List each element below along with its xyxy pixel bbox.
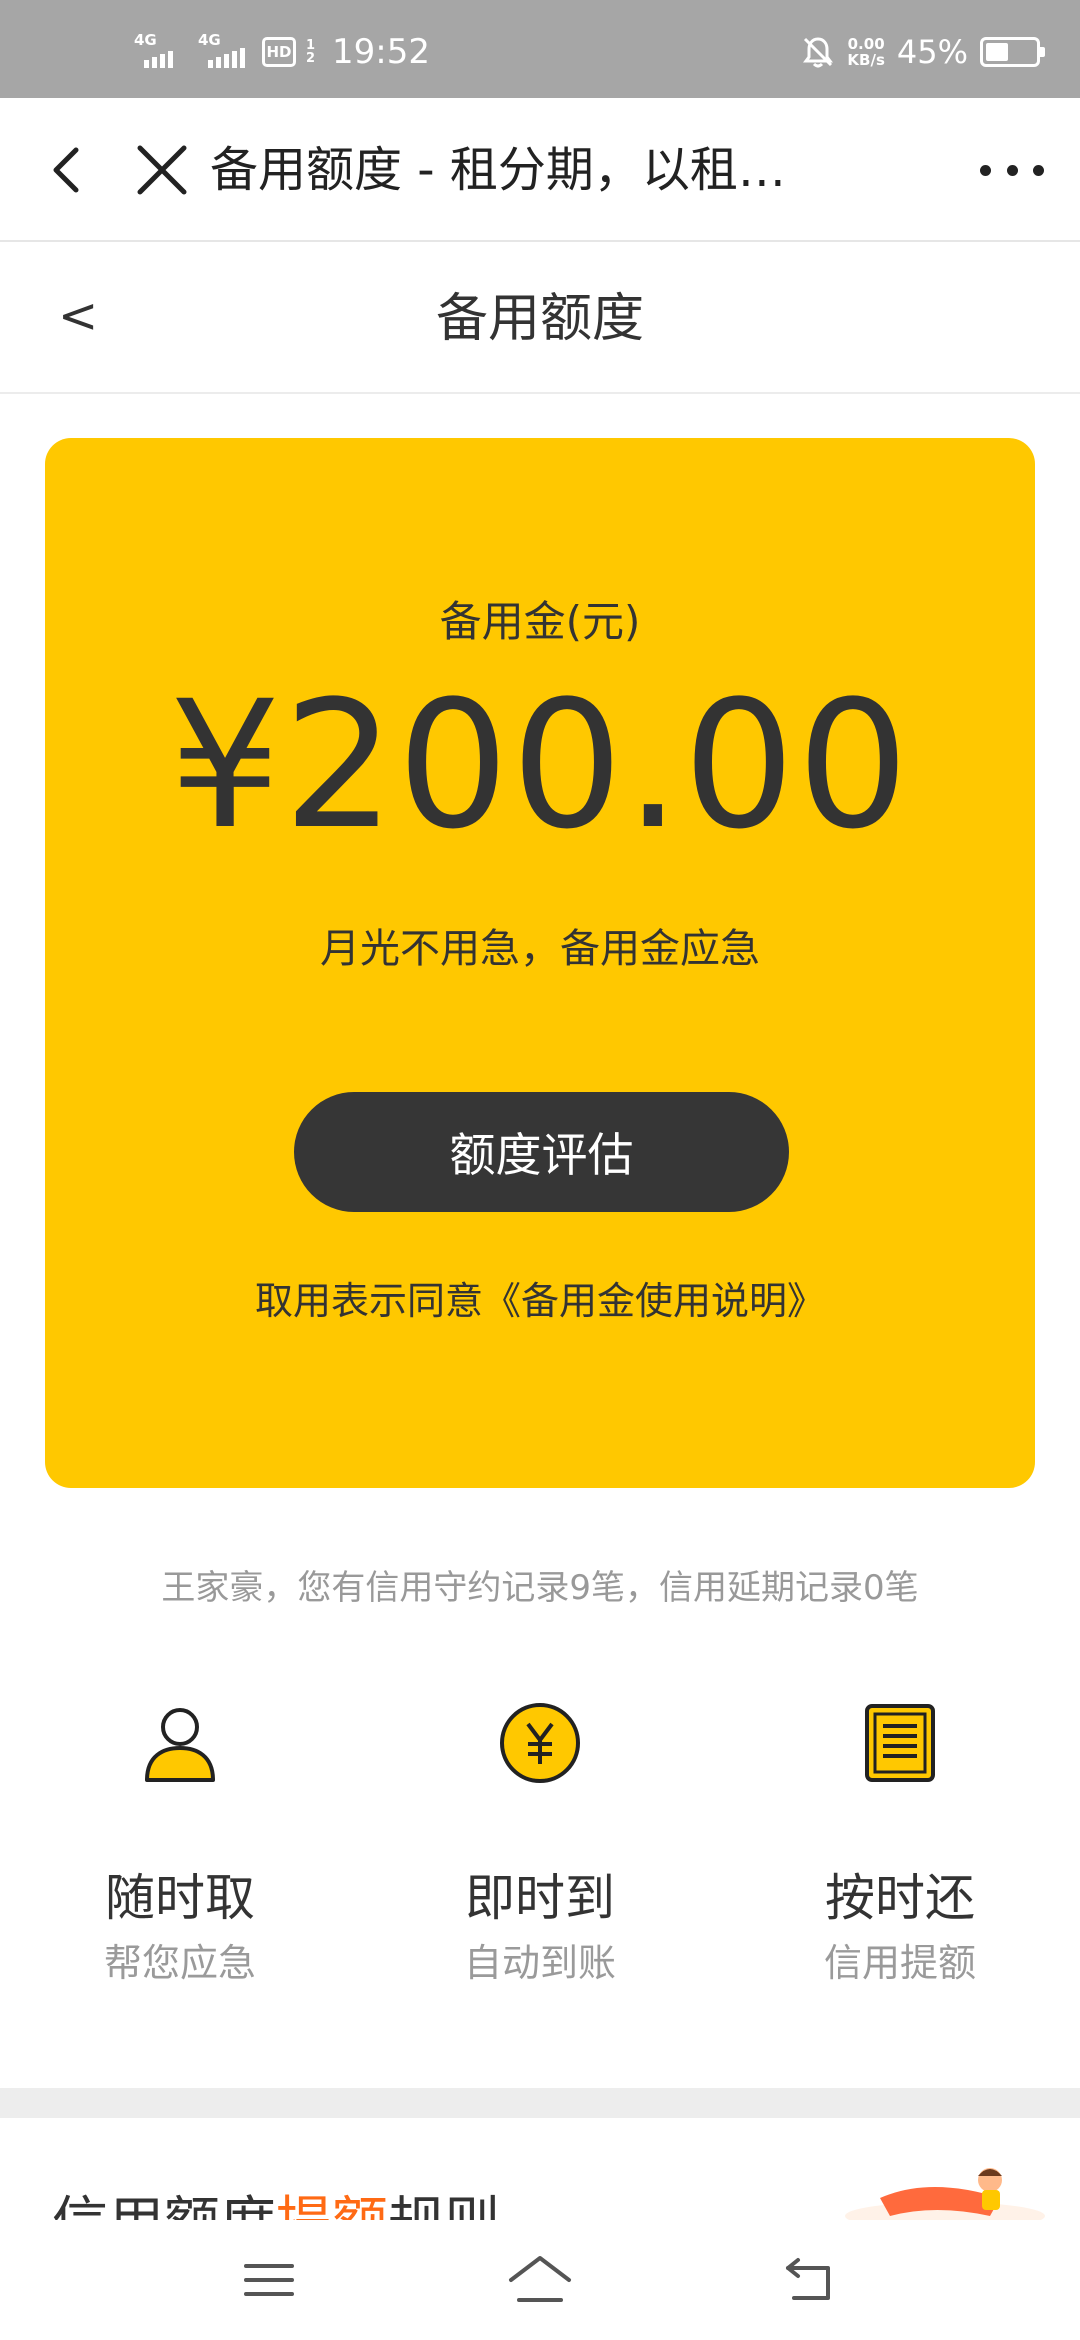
feature-item-withdraw: 随时取 帮您应急 — [0, 1690, 360, 2010]
reserve-fund-label: 备用金(元) — [439, 597, 641, 646]
hd-voice-icon: HD — [262, 37, 296, 67]
mute-bell-icon — [803, 37, 834, 68]
browser-page-title: 备用额度 - 租分期，以租… — [210, 142, 786, 198]
network-type-label: 4G — [134, 31, 157, 49]
reserve-fund-amount: ¥200.00 — [169, 663, 911, 868]
page-title: 备用额度 — [435, 289, 644, 349]
credit-record-text: 王家豪，您有信用守约记录9笔，信用延期记录0笔 — [161, 1568, 919, 1608]
feature-subtitle: 信用提额 — [823, 1941, 976, 1985]
user-icon — [145, 1708, 215, 1782]
feature-subtitle: 自动到账 — [463, 1941, 616, 1985]
section-divider — [0, 2088, 1080, 2118]
page-header: < 备用额度 — [0, 244, 1080, 394]
browser-toolbar: 备用额度 - 租分期，以租… — [0, 98, 1080, 242]
feature-item-repay: 按时还 信用提额 — [720, 1690, 1080, 2010]
battery-icon — [980, 37, 1045, 67]
net-speed-value: 0.00 — [847, 35, 885, 53]
back-arrow-icon[interactable] — [40, 138, 92, 202]
signal-icon: 4G — [134, 30, 188, 74]
promo-illustration — [845, 2168, 1045, 2220]
credit-rules-title: 信用额度提额规则 — [52, 2178, 500, 2220]
net-speed-unit: KB/s — [847, 51, 885, 69]
more-options-icon[interactable] — [980, 146, 1044, 194]
battery-level-fill — [986, 43, 1008, 61]
hd-sim-indicator: 1 2 — [306, 38, 316, 66]
feature-title: 按时还 — [825, 1869, 975, 1927]
signal-icon-2: 4G — [198, 30, 252, 74]
feature-list: 随时取 帮您应急 即时到 自动到账 按时还 信用提额 — [0, 1690, 1080, 2010]
yen-coin-icon — [500, 1703, 580, 1783]
feature-title: 随时取 — [105, 1869, 255, 1927]
home-icon[interactable] — [505, 2250, 575, 2310]
net-speed: 0.00 KB/s — [847, 36, 884, 68]
feature-subtitle: 帮您应急 — [103, 1941, 256, 1985]
credit-rules-section: 信用额度提额规则 — [0, 2118, 1080, 2220]
close-icon[interactable] — [130, 138, 194, 202]
credit-rules-title-part2: 规则 — [388, 2191, 500, 2220]
back-nav-icon[interactable] — [776, 2250, 846, 2310]
status-time: 19:52 — [332, 32, 430, 72]
feature-item-instant: 即时到 自动到账 — [360, 1690, 720, 2010]
credit-rules-title-highlight: 提额 — [276, 2191, 388, 2220]
quota-assessment-button[interactable]: 额度评估 — [294, 1092, 789, 1212]
system-nav-bar — [0, 2220, 1080, 2340]
credit-rules-title-part1: 信用额度 — [52, 2191, 276, 2220]
card-slogan: 月光不用急，备用金应急 — [320, 926, 760, 972]
feature-title: 即时到 — [465, 1869, 615, 1927]
reserve-fund-card: 备用金(元) ¥200.00 月光不用急，备用金应急 额度评估 取用表示同意《备… — [45, 438, 1035, 1488]
battery-percent: 45% — [896, 33, 968, 71]
network-type-label-2: 4G — [198, 31, 221, 49]
agreement-link[interactable]: 取用表示同意《备用金使用说明》 — [45, 1270, 1035, 1325]
menu-icon[interactable] — [234, 2250, 304, 2310]
status-bar: 4G 4G HD 1 2 19:52 0.00 KB/s 45% — [0, 0, 1080, 98]
document-list-icon — [865, 1704, 935, 1782]
